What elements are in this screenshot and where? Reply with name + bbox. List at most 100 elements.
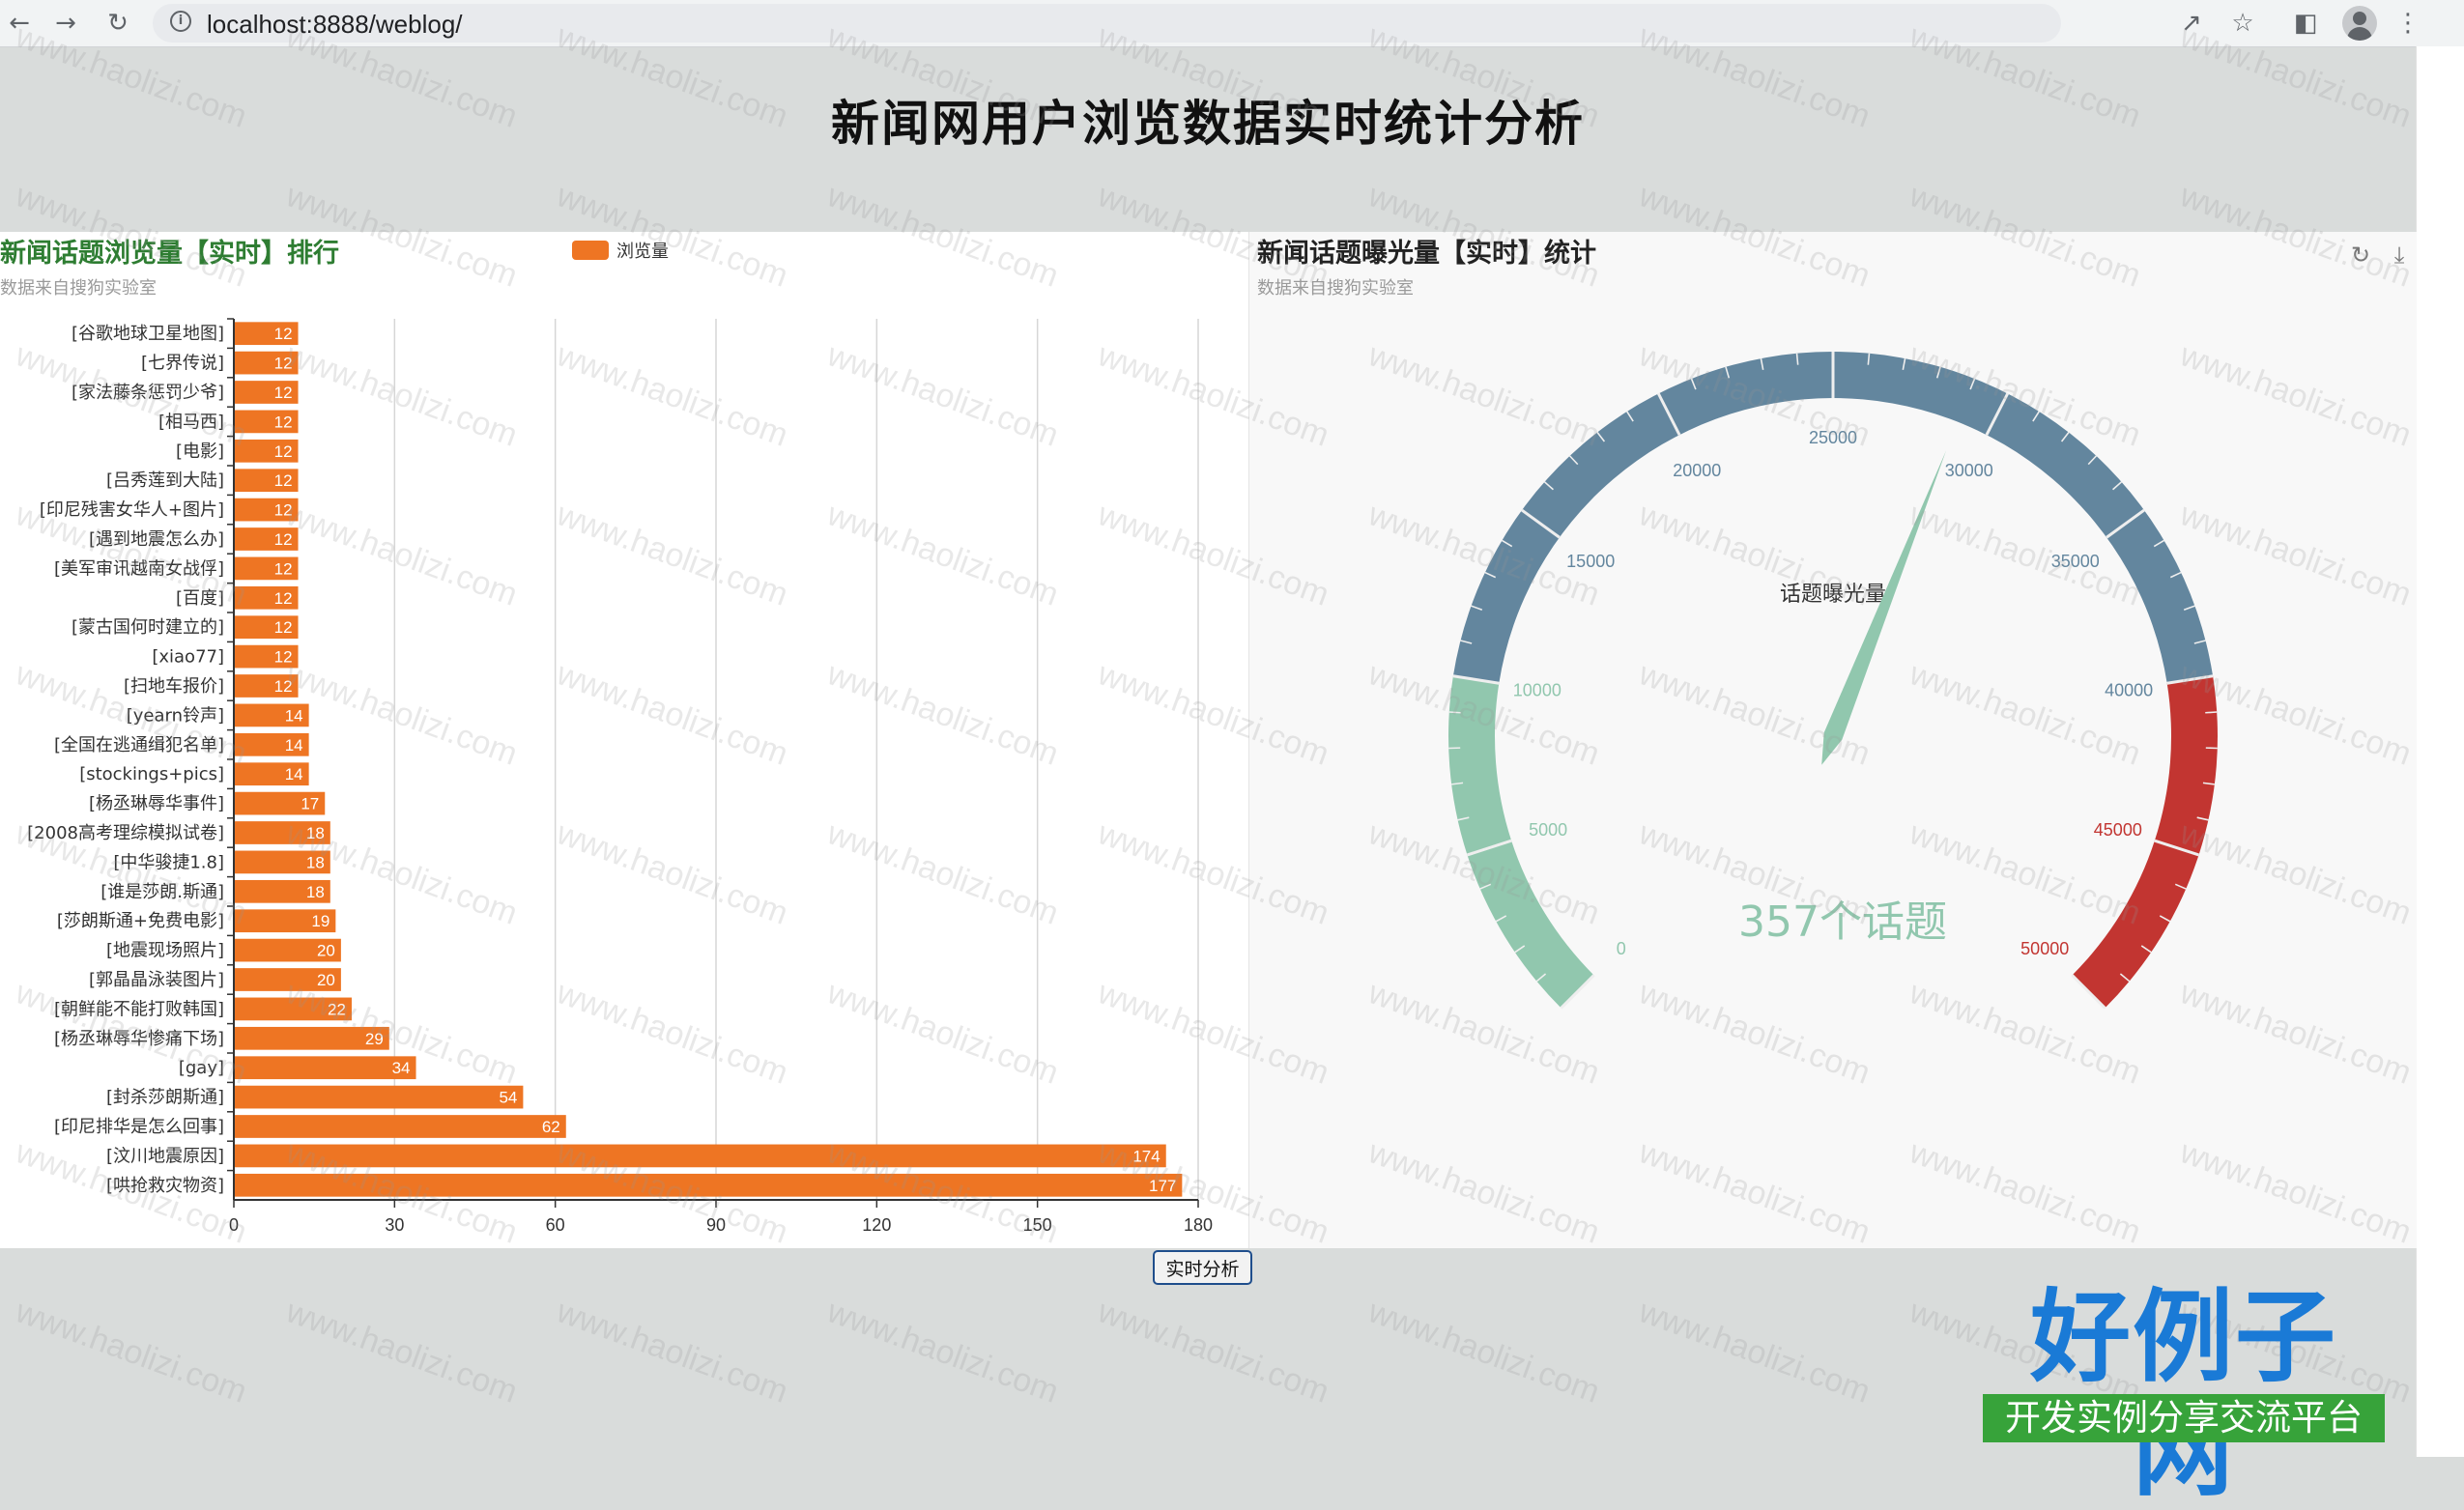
refresh-icon[interactable]: ↻ (2345, 240, 2376, 271)
bar-value-label: 20 (317, 971, 335, 989)
watermark-text: www.haolizi.com (11, 1293, 251, 1411)
category-label: [哄抢救灾物资] (106, 1176, 224, 1196)
more-menu-icon[interactable]: ⋮ (2387, 0, 2429, 46)
legend-swatch (572, 241, 609, 260)
category-label: [gay] (179, 1058, 224, 1078)
bar-value-label: 12 (274, 442, 293, 461)
bar-chart-legend[interactable]: 浏览量 (572, 238, 669, 263)
watermark-text: www.haolizi.com (1093, 1452, 1333, 1457)
url-text[interactable]: localhost:8888/weblog/ (207, 10, 463, 40)
gauge-minor-tick (1868, 354, 1869, 365)
bar-value-label: 12 (274, 413, 293, 431)
category-label: [xiao77] (152, 647, 224, 668)
brand-slogan: 开发实例分享交流平台 (1983, 1394, 2385, 1442)
x-tick-label: 150 (1023, 1215, 1052, 1235)
gauge-tick-label: 15000 (1566, 552, 1615, 571)
side-panel-icon[interactable]: ◧ (2284, 0, 2327, 46)
bar-chart-subtitle: 数据来自搜狗实验室 (0, 274, 157, 299)
bar-value-label: 34 (392, 1059, 411, 1077)
gauge-detail: 357个话题 (1738, 897, 1947, 947)
bar-value-label: 20 (317, 942, 335, 960)
gauge-tick-label: 0 (1617, 939, 1626, 958)
category-label: [2008高考理综模拟试卷] (27, 823, 224, 843)
realtime-analyze-button[interactable]: 实时分析 (1153, 1250, 1252, 1285)
bar-value-label: 12 (274, 648, 293, 667)
category-label: [美军审讯越南女战俘] (54, 558, 224, 579)
forward-icon[interactable]: → (46, 0, 85, 46)
share-icon[interactable]: ↗ (2170, 0, 2213, 46)
bar-value-label: 54 (499, 1089, 517, 1107)
category-label: [中华骏捷1.8] (113, 852, 224, 872)
category-label: [stockings+pics] (79, 764, 224, 784)
download-icon[interactable]: ⤓ (2384, 240, 2415, 271)
bar-chart-title: 新闻话题浏览量【实时】排行 (0, 232, 339, 270)
bar-chart-canvas: 0306090120150180[谷歌地球卫星地图]12[七界传说]12[家法藤… (0, 232, 1248, 1248)
bar-value-label: 12 (274, 589, 293, 608)
bar-value-label: 12 (274, 501, 293, 520)
category-label: [谷歌地球卫星地图] (72, 324, 224, 344)
category-label: [莎朗斯通+免费电影] (57, 911, 224, 931)
gauge-tick-label: 30000 (1945, 461, 1993, 480)
watermark-text: www.haolizi.com (281, 1293, 522, 1411)
gauge-tick-label: 45000 (2094, 820, 2142, 840)
x-tick-label: 90 (706, 1215, 726, 1235)
bar (234, 1056, 416, 1079)
x-tick-label: 30 (385, 1215, 404, 1235)
back-icon[interactable]: ← (0, 0, 39, 46)
gauge-tick-label: 5000 (1529, 820, 1567, 840)
watermark-text: www.haolizi.com (1093, 1293, 1333, 1411)
legend-label: 浏览量 (616, 238, 669, 263)
category-label: [印尼残害女华人+图片] (40, 500, 224, 521)
gauge-tick-label: 35000 (2051, 552, 2100, 571)
bar-value-label: 174 (1132, 1147, 1160, 1165)
bar-value-label: 12 (274, 325, 293, 343)
profile-avatar[interactable] (2342, 6, 2377, 41)
site-info-icon[interactable]: i (170, 11, 191, 32)
gauge-chart-subtitle: 数据来自搜狗实验室 (1257, 274, 1414, 299)
gauge-tick-label: 40000 (2105, 681, 2153, 700)
gauge-tick-label: 50000 (2020, 939, 2069, 958)
watermark-text: www.haolizi.com (1363, 1293, 1604, 1411)
bar (234, 1086, 523, 1109)
gauge-band (1453, 352, 2213, 683)
category-label: [扫地车报价] (124, 676, 224, 697)
bar-value-label: 12 (274, 530, 293, 549)
watermark-text: www.haolizi.com (552, 1452, 792, 1457)
category-label: [朝鲜能不能打败韩国] (54, 999, 224, 1019)
category-label: [百度] (176, 588, 224, 609)
watermark-text: www.haolizi.com (822, 1293, 1063, 1411)
category-label: [杨丞琳辱华惨痛下场] (54, 1029, 224, 1049)
category-label: [封杀莎朗斯通] (106, 1088, 224, 1108)
exposure-gauge-chart: 0500010000150002000025000300003500040000… (1248, 232, 2417, 1248)
gauge-band (2072, 676, 2218, 1009)
gauge-tick-label: 25000 (1809, 428, 1857, 447)
page-scrollbar[interactable] (2416, 46, 2464, 1457)
bar-value-label: 17 (301, 795, 319, 813)
category-label: [汶川地震原因] (106, 1146, 224, 1166)
gauge-minor-tick (1797, 354, 1798, 365)
category-label: [印尼排华是怎么回事] (54, 1117, 224, 1137)
gauge-name: 话题曝光量 (1780, 583, 1886, 607)
gauge-pointer (1821, 450, 1946, 764)
bar-value-label: 14 (285, 736, 303, 755)
gauge-tick-label: 20000 (1673, 461, 1721, 480)
category-label: [吕秀莲到大陆] (106, 470, 224, 491)
brand-logo: 好例子网 开发实例分享交流平台 (1981, 1280, 2387, 1450)
bookmark-star-icon[interactable]: ☆ (2221, 0, 2264, 46)
bar-value-label: 18 (306, 853, 325, 871)
bar-value-label: 62 (542, 1118, 560, 1136)
gauge-minor-tick (2205, 712, 2217, 713)
gauge-band (1448, 676, 1594, 1009)
bar-value-label: 12 (274, 559, 293, 578)
bar-value-label: 177 (1149, 1177, 1176, 1195)
watermark-text: www.haolizi.com (281, 1452, 522, 1457)
address-bar[interactable]: i localhost:8888/weblog/ (153, 4, 2061, 43)
category-label: [相马西] (158, 412, 224, 432)
reload-icon[interactable]: ↻ (99, 0, 137, 46)
bar-value-label: 18 (306, 883, 325, 901)
gauge-canvas: 0500010000150002000025000300003500040000… (1249, 232, 2417, 1248)
bar-value-label: 12 (274, 384, 293, 402)
category-label: [谁是莎朗.斯通] (100, 882, 224, 902)
category-label: [地震现场照片] (106, 941, 224, 961)
bar-value-label: 12 (274, 355, 293, 373)
